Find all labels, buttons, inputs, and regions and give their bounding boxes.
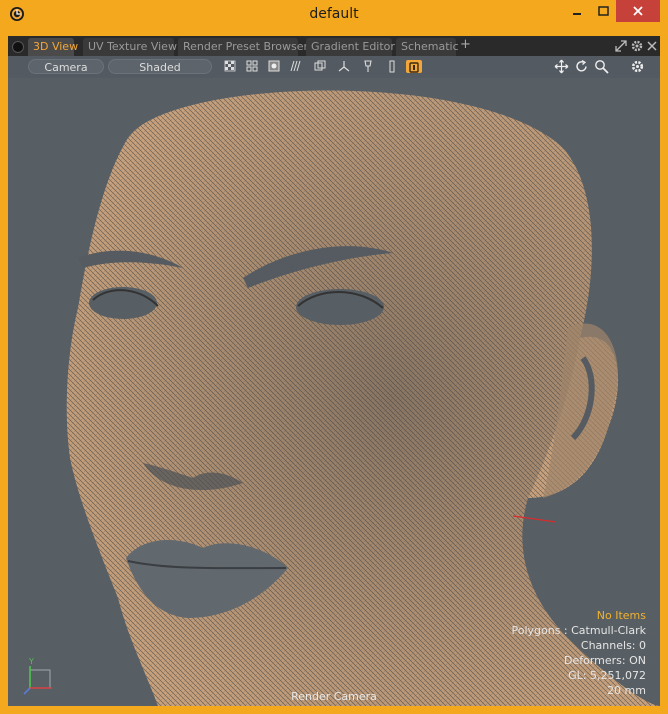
pin-icon[interactable]	[362, 60, 374, 73]
3d-viewport[interactable]: No Items Polygons : Catmull-Clark Channe…	[8, 78, 660, 706]
channels-count: Channels: 0	[580, 639, 646, 652]
selection-status: No Items	[596, 609, 646, 622]
window-frame: default 3D View UV Texture View Render P…	[0, 0, 668, 714]
panel-menu-icon[interactable]	[12, 41, 24, 53]
camera-lock-button[interactable]	[406, 60, 422, 73]
minimize-icon	[573, 13, 581, 15]
viewport-settings-icon[interactable]	[630, 59, 645, 74]
close-icon	[633, 6, 643, 16]
close-button[interactable]	[616, 0, 660, 22]
axis-toggle-icon[interactable]	[338, 60, 350, 73]
tab-render-preset-browser[interactable]: Render Preset Browser	[178, 38, 308, 56]
texture-icon[interactable]	[268, 60, 280, 73]
viewport-panel: 3D View UV Texture View Render Preset Br…	[8, 36, 660, 706]
polygon-mode: Polygons : Catmull-Clark	[511, 624, 646, 637]
ruler-icon[interactable]	[386, 60, 398, 73]
axis-gizmo-icon: Y	[23, 657, 52, 695]
camera-lock-icon	[409, 61, 419, 73]
move-view-icon[interactable]	[554, 59, 569, 74]
deformers-status: Deformers: ON	[564, 654, 646, 667]
zoom-icon[interactable]	[594, 59, 609, 74]
expand-icon[interactable]	[614, 39, 628, 53]
tab-3d-view[interactable]: 3D View	[28, 38, 78, 56]
tab-gradient-editor[interactable]: Gradient Editor	[306, 38, 395, 56]
tab-bar: 3D View UV Texture View Render Preset Br…	[8, 36, 660, 56]
shading-dropdown[interactable]: Shaded	[108, 59, 212, 74]
checker-icon[interactable]	[224, 60, 236, 73]
gear-icon[interactable]	[630, 39, 644, 53]
add-tab-button[interactable]: +	[460, 37, 471, 52]
frame-icon[interactable]	[314, 60, 326, 73]
gl-count: GL: 5,251,072	[568, 669, 646, 682]
close-panel-icon[interactable]	[646, 40, 658, 52]
grid-icon[interactable]	[246, 60, 258, 73]
title-bar[interactable]: default	[0, 0, 668, 30]
axis-y-label: Y	[28, 657, 34, 666]
rotate-view-icon[interactable]	[574, 59, 589, 74]
render-camera-label: Render Camera	[291, 690, 377, 703]
view-toolbar: Camera Shaded	[8, 56, 660, 78]
maximize-button[interactable]	[592, 0, 614, 22]
camera-dropdown[interactable]: Camera	[28, 59, 104, 74]
wireframe-icon[interactable]	[290, 60, 302, 73]
maximize-icon	[597, 6, 609, 16]
tab-uv-texture-view[interactable]: UV Texture View	[83, 38, 177, 56]
minimize-button[interactable]	[566, 0, 588, 22]
scene-stats: No Items Polygons : Catmull-Clark Channe…	[511, 608, 646, 698]
left-eye	[89, 287, 157, 319]
right-eye	[296, 289, 384, 325]
tab-schematic[interactable]: Schematic	[396, 38, 459, 56]
